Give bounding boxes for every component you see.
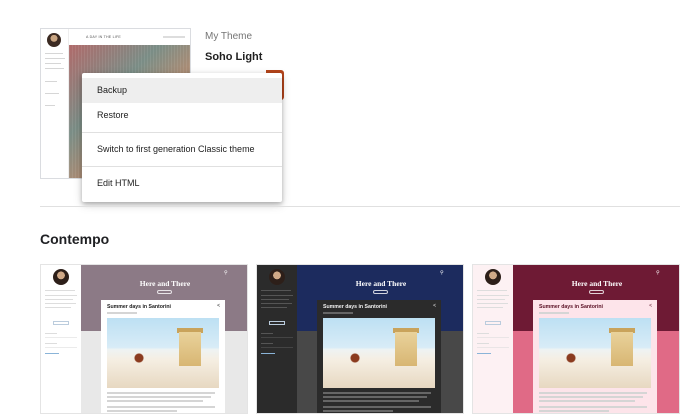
share-icon: < — [217, 303, 220, 309]
menu-item-restore[interactable]: Restore — [82, 103, 282, 128]
share-icon: < — [433, 303, 436, 309]
card-blog-title: Here and There — [139, 279, 191, 288]
section-title-contempo: Contempo — [40, 231, 110, 247]
card-post-image — [107, 318, 219, 388]
thumb-nav — [163, 36, 185, 38]
card-sidebar — [473, 265, 513, 413]
card-pill — [157, 290, 172, 294]
theme-page: A DAY IN THE LIFE My Theme Soho Light Ba… — [0, 0, 700, 414]
card-post: Summer days in Santorini < — [317, 300, 441, 413]
thumb-sidebar — [41, 29, 69, 178]
search-icon: ⚲ — [224, 270, 228, 276]
menu-divider — [82, 132, 282, 133]
card-avatar — [269, 269, 285, 285]
card-blog-title: Here and There — [355, 279, 407, 288]
card-post-title: Summer days in Santorini — [323, 304, 387, 310]
thumb-blog-title: A DAY IN THE LIFE — [86, 35, 121, 39]
theme-card-contempo-dark[interactable]: Here and There ⚲ Summer days in Santorini… — [256, 264, 464, 414]
theme-options-menu: Backup Restore Switch to first generatio… — [82, 73, 282, 202]
current-theme-name: Soho Light — [205, 51, 263, 63]
card-pill — [589, 290, 604, 294]
menu-item-backup[interactable]: Backup — [82, 78, 282, 103]
theme-card-contempo-light[interactable]: Here and There ⚲ Summer days in Santorini… — [40, 264, 248, 414]
section-divider — [40, 206, 680, 207]
card-follow-button — [485, 321, 501, 325]
menu-divider — [82, 166, 282, 167]
card-post: Summer days in Santorini < — [533, 300, 657, 413]
card-avatar — [53, 269, 69, 285]
card-follow-button — [53, 321, 69, 325]
card-post-title: Summer days in Santorini — [539, 304, 603, 310]
card-post-title: Summer days in Santorini — [107, 304, 171, 310]
card-follow-button — [269, 321, 285, 325]
card-sidebar — [257, 265, 297, 413]
share-icon: < — [649, 303, 652, 309]
search-icon: ⚲ — [656, 270, 660, 276]
card-avatar — [485, 269, 501, 285]
card-post-image — [323, 318, 435, 388]
card-sidebar — [41, 265, 81, 413]
my-theme-label: My Theme — [205, 31, 253, 42]
menu-item-edit-html[interactable]: Edit HTML — [82, 171, 282, 196]
card-post: Summer days in Santorini < — [101, 300, 225, 413]
thumb-avatar — [47, 33, 61, 47]
card-blog-title: Here and There — [571, 279, 623, 288]
card-pill — [373, 290, 388, 294]
search-icon: ⚲ — [440, 270, 444, 276]
theme-card-contempo-rose[interactable]: Here and There ⚲ Summer days in Santorini… — [472, 264, 680, 414]
card-post-image — [539, 318, 651, 388]
menu-item-switch-classic[interactable]: Switch to first generation Classic theme — [82, 137, 282, 162]
